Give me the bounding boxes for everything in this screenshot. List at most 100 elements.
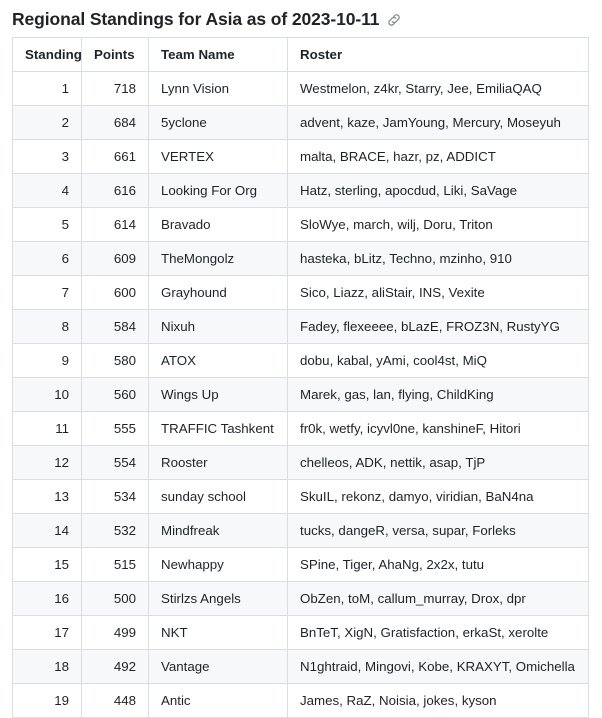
- cell-team-name: Nixuh: [148, 309, 288, 344]
- cell-standing: 16: [12, 581, 82, 616]
- table-row: 8 584 Nixuh Fadey, flexeeee, bLazE, FROZ…: [12, 309, 589, 344]
- table-row: 3 661 VERTEX malta, BRACE, hazr, pz, ADD…: [12, 139, 589, 174]
- column-header-standing: Standing: [12, 37, 82, 72]
- standings-table-wrapper: Standing Points Team Name Roster 1 718 L…: [12, 37, 589, 718]
- cell-points: 555: [81, 411, 149, 446]
- cell-points: 580: [81, 343, 149, 378]
- cell-points: 609: [81, 241, 149, 276]
- table-row: 16 500 Stirlzs Angels ObZen, toM, callum…: [12, 581, 589, 616]
- table-row: 18 492 Vantage N1ghtraid, Mingovi, Kobe,…: [12, 649, 589, 684]
- cell-roster: Fadey, flexeeee, bLazE, FROZ3N, RustyYG: [287, 309, 589, 344]
- cell-standing: 15: [12, 547, 82, 582]
- cell-team-name: sunday school: [148, 479, 288, 514]
- cell-roster: BnTeT, XigN, Gratisfaction, erkaSt, xero…: [287, 615, 589, 650]
- page-title: Regional Standings for Asia as of 2023-1…: [12, 9, 380, 29]
- cell-roster: Westmelon, z4kr, Starry, Jee, EmiliaQAQ: [287, 71, 589, 106]
- cell-standing: 14: [12, 513, 82, 548]
- table-row: 14 532 Mindfreak tucks, dangeR, versa, s…: [12, 513, 589, 548]
- cell-roster: malta, BRACE, hazr, pz, ADDICT: [287, 139, 589, 174]
- cell-points: 560: [81, 377, 149, 412]
- cell-standing: 8: [12, 309, 82, 344]
- cell-standing: 1: [12, 71, 82, 106]
- cell-points: 614: [81, 207, 149, 242]
- column-header-points: Points: [81, 37, 149, 72]
- cell-team-name: Newhappy: [148, 547, 288, 582]
- cell-team-name: 5yclone: [148, 105, 288, 140]
- cell-standing: 17: [12, 615, 82, 650]
- cell-standing: 5: [12, 207, 82, 242]
- cell-standing: 10: [12, 377, 82, 412]
- cell-standing: 7: [12, 275, 82, 310]
- cell-roster: SloWye, march, wilj, Doru, Triton: [287, 207, 589, 242]
- cell-roster: Hatz, sterling, apocdud, Liki, SaVage: [287, 173, 589, 208]
- cell-standing: 3: [12, 139, 82, 174]
- cell-points: 684: [81, 105, 149, 140]
- cell-team-name: Bravado: [148, 207, 288, 242]
- cell-points: 515: [81, 547, 149, 582]
- cell-roster: James, RaZ, Noisia, jokes, kyson: [287, 683, 589, 718]
- table-row: 5 614 Bravado SloWye, march, wilj, Doru,…: [12, 207, 589, 242]
- table-row: 19 448 Antic James, RaZ, Noisia, jokes, …: [12, 683, 589, 718]
- table-row: 7 600 Grayhound Sico, Liazz, aliStair, I…: [12, 275, 589, 310]
- cell-roster: Marek, gas, lan, flying, ChildKing: [287, 377, 589, 412]
- cell-standing: 18: [12, 649, 82, 684]
- cell-points: 600: [81, 275, 149, 310]
- cell-points: 534: [81, 479, 149, 514]
- cell-points: 532: [81, 513, 149, 548]
- cell-team-name: ATOX: [148, 343, 288, 378]
- cell-roster: ObZen, toM, callum_murray, Drox, dpr: [287, 581, 589, 616]
- table-row: 6 609 TheMongolz hasteka, bLitz, Techno,…: [12, 241, 589, 276]
- cell-standing: 6: [12, 241, 82, 276]
- cell-team-name: Looking For Org: [148, 173, 288, 208]
- standings-table: Standing Points Team Name Roster 1 718 L…: [12, 37, 589, 718]
- cell-roster: tucks, dangeR, versa, supar, Forleks: [287, 513, 589, 548]
- cell-standing: 2: [12, 105, 82, 140]
- cell-standing: 12: [12, 445, 82, 480]
- cell-team-name: Antic: [148, 683, 288, 718]
- cell-standing: 9: [12, 343, 82, 378]
- cell-team-name: Mindfreak: [148, 513, 288, 548]
- cell-points: 492: [81, 649, 149, 684]
- cell-roster: hasteka, bLitz, Techno, mzinho, 910: [287, 241, 589, 276]
- standings-page: Regional Standings for Asia as of 2023-1…: [0, 0, 602, 718]
- cell-team-name: TheMongolz: [148, 241, 288, 276]
- table-body: 1 718 Lynn Vision Westmelon, z4kr, Starr…: [12, 71, 589, 718]
- cell-team-name: Rooster: [148, 445, 288, 480]
- cell-points: 661: [81, 139, 149, 174]
- cell-team-name: Stirlzs Angels: [148, 581, 288, 616]
- cell-team-name: VERTEX: [148, 139, 288, 174]
- cell-team-name: Lynn Vision: [148, 71, 288, 106]
- table-row: 11 555 TRAFFIC Tashkent fr0k, wetfy, icy…: [12, 411, 589, 446]
- cell-roster: Sico, Liazz, aliStair, INS, Vexite: [287, 275, 589, 310]
- cell-roster: advent, kaze, JamYoung, Mercury, Moseyuh: [287, 105, 589, 140]
- cell-standing: 13: [12, 479, 82, 514]
- table-row: 9 580 ATOX dobu, kabal, yAmi, cool4st, M…: [12, 343, 589, 378]
- cell-team-name: Grayhound: [148, 275, 288, 310]
- table-head: Standing Points Team Name Roster: [12, 37, 589, 72]
- column-header-team-name: Team Name: [148, 37, 288, 72]
- cell-team-name: TRAFFIC Tashkent: [148, 411, 288, 446]
- table-row: 12 554 Rooster chelleos, ADK, nettik, as…: [12, 445, 589, 480]
- table-row: 15 515 Newhappy SPine, Tiger, AhaNg, 2x2…: [12, 547, 589, 582]
- cell-points: 616: [81, 173, 149, 208]
- table-row: 10 560 Wings Up Marek, gas, lan, flying,…: [12, 377, 589, 412]
- cell-roster: dobu, kabal, yAmi, cool4st, MiQ: [287, 343, 589, 378]
- cell-points: 499: [81, 615, 149, 650]
- link-icon[interactable]: [386, 12, 402, 28]
- cell-team-name: NKT: [148, 615, 288, 650]
- cell-roster: fr0k, wetfy, icyvl0ne, kanshineF, Hitori: [287, 411, 589, 446]
- cell-team-name: Wings Up: [148, 377, 288, 412]
- cell-roster: SkuIL, rekonz, damyo, viridian, BaN4na: [287, 479, 589, 514]
- table-row: 1 718 Lynn Vision Westmelon, z4kr, Starr…: [12, 71, 589, 106]
- table-row: 4 616 Looking For Org Hatz, sterling, ap…: [12, 173, 589, 208]
- cell-points: 554: [81, 445, 149, 480]
- table-row: 17 499 NKT BnTeT, XigN, Gratisfaction, e…: [12, 615, 589, 650]
- column-header-roster: Roster: [287, 37, 589, 72]
- cell-points: 718: [81, 71, 149, 106]
- cell-points: 500: [81, 581, 149, 616]
- table-header-row: Standing Points Team Name Roster: [12, 37, 589, 72]
- cell-team-name: Vantage: [148, 649, 288, 684]
- cell-roster: SPine, Tiger, AhaNg, 2x2x, tutu: [287, 547, 589, 582]
- cell-standing: 4: [12, 173, 82, 208]
- table-row: 13 534 sunday school SkuIL, rekonz, damy…: [12, 479, 589, 514]
